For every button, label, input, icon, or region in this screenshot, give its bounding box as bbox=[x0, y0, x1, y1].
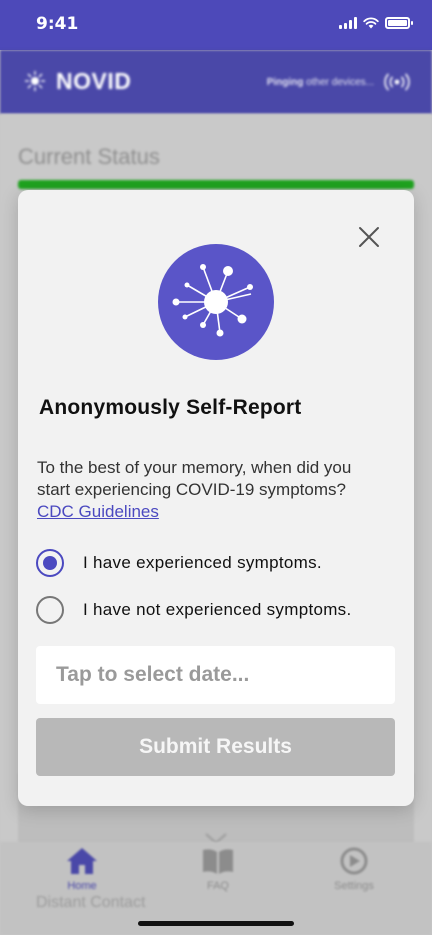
tab-settings[interactable]: Settings bbox=[314, 846, 394, 892]
cdc-guidelines-link[interactable]: CDC Guidelines bbox=[37, 502, 159, 521]
radio-selected[interactable] bbox=[36, 549, 64, 577]
wifi-icon bbox=[363, 17, 379, 29]
status-bar: 9:41 bbox=[0, 0, 432, 50]
radio-unselected[interactable] bbox=[36, 596, 64, 624]
distant-contact-label: Distant Contact bbox=[36, 894, 146, 911]
app-header: NOVID Pinging other devices... bbox=[0, 50, 432, 114]
signal-icon bbox=[339, 17, 357, 29]
tab-label: Settings bbox=[334, 880, 374, 892]
status-indicator-bar bbox=[18, 180, 414, 189]
battery-icon bbox=[385, 17, 413, 29]
status-icons bbox=[339, 17, 413, 29]
broadcast-icon bbox=[384, 73, 410, 91]
network-icon bbox=[158, 244, 274, 360]
home-indicator bbox=[138, 921, 294, 926]
submit-results-button[interactable]: Submit Results bbox=[36, 718, 395, 776]
option-not-experienced[interactable]: I have not experienced symptoms. bbox=[36, 596, 352, 624]
pinging-status: Pinging other devices... bbox=[266, 77, 374, 88]
modal-description: To the best of your memory, when did you… bbox=[37, 457, 382, 523]
tab-label: Home bbox=[67, 880, 97, 892]
self-report-modal: Anonymously Self-Report To the best of y… bbox=[18, 190, 414, 806]
home-icon bbox=[67, 848, 97, 874]
book-icon bbox=[203, 849, 233, 874]
description-text: To the best of your memory, when did you… bbox=[37, 458, 352, 499]
option-experienced[interactable]: I have experienced symptoms. bbox=[36, 549, 322, 577]
modal-title: Anonymously Self-Report bbox=[39, 396, 302, 419]
current-status-heading: Current Status bbox=[18, 144, 160, 169]
date-input[interactable] bbox=[36, 646, 395, 704]
brand-name: NOVID bbox=[56, 68, 132, 94]
status-time: 9:41 bbox=[36, 14, 79, 34]
settings-icon bbox=[340, 847, 368, 875]
novid-logo-icon bbox=[25, 71, 45, 91]
tab-faq[interactable]: FAQ bbox=[178, 846, 258, 892]
close-icon[interactable] bbox=[358, 226, 380, 248]
option-label: I have not experienced symptoms. bbox=[83, 600, 352, 619]
option-label: I have experienced symptoms. bbox=[83, 553, 322, 572]
tab-label: FAQ bbox=[206, 880, 229, 892]
tab-home[interactable]: Home bbox=[42, 846, 122, 892]
